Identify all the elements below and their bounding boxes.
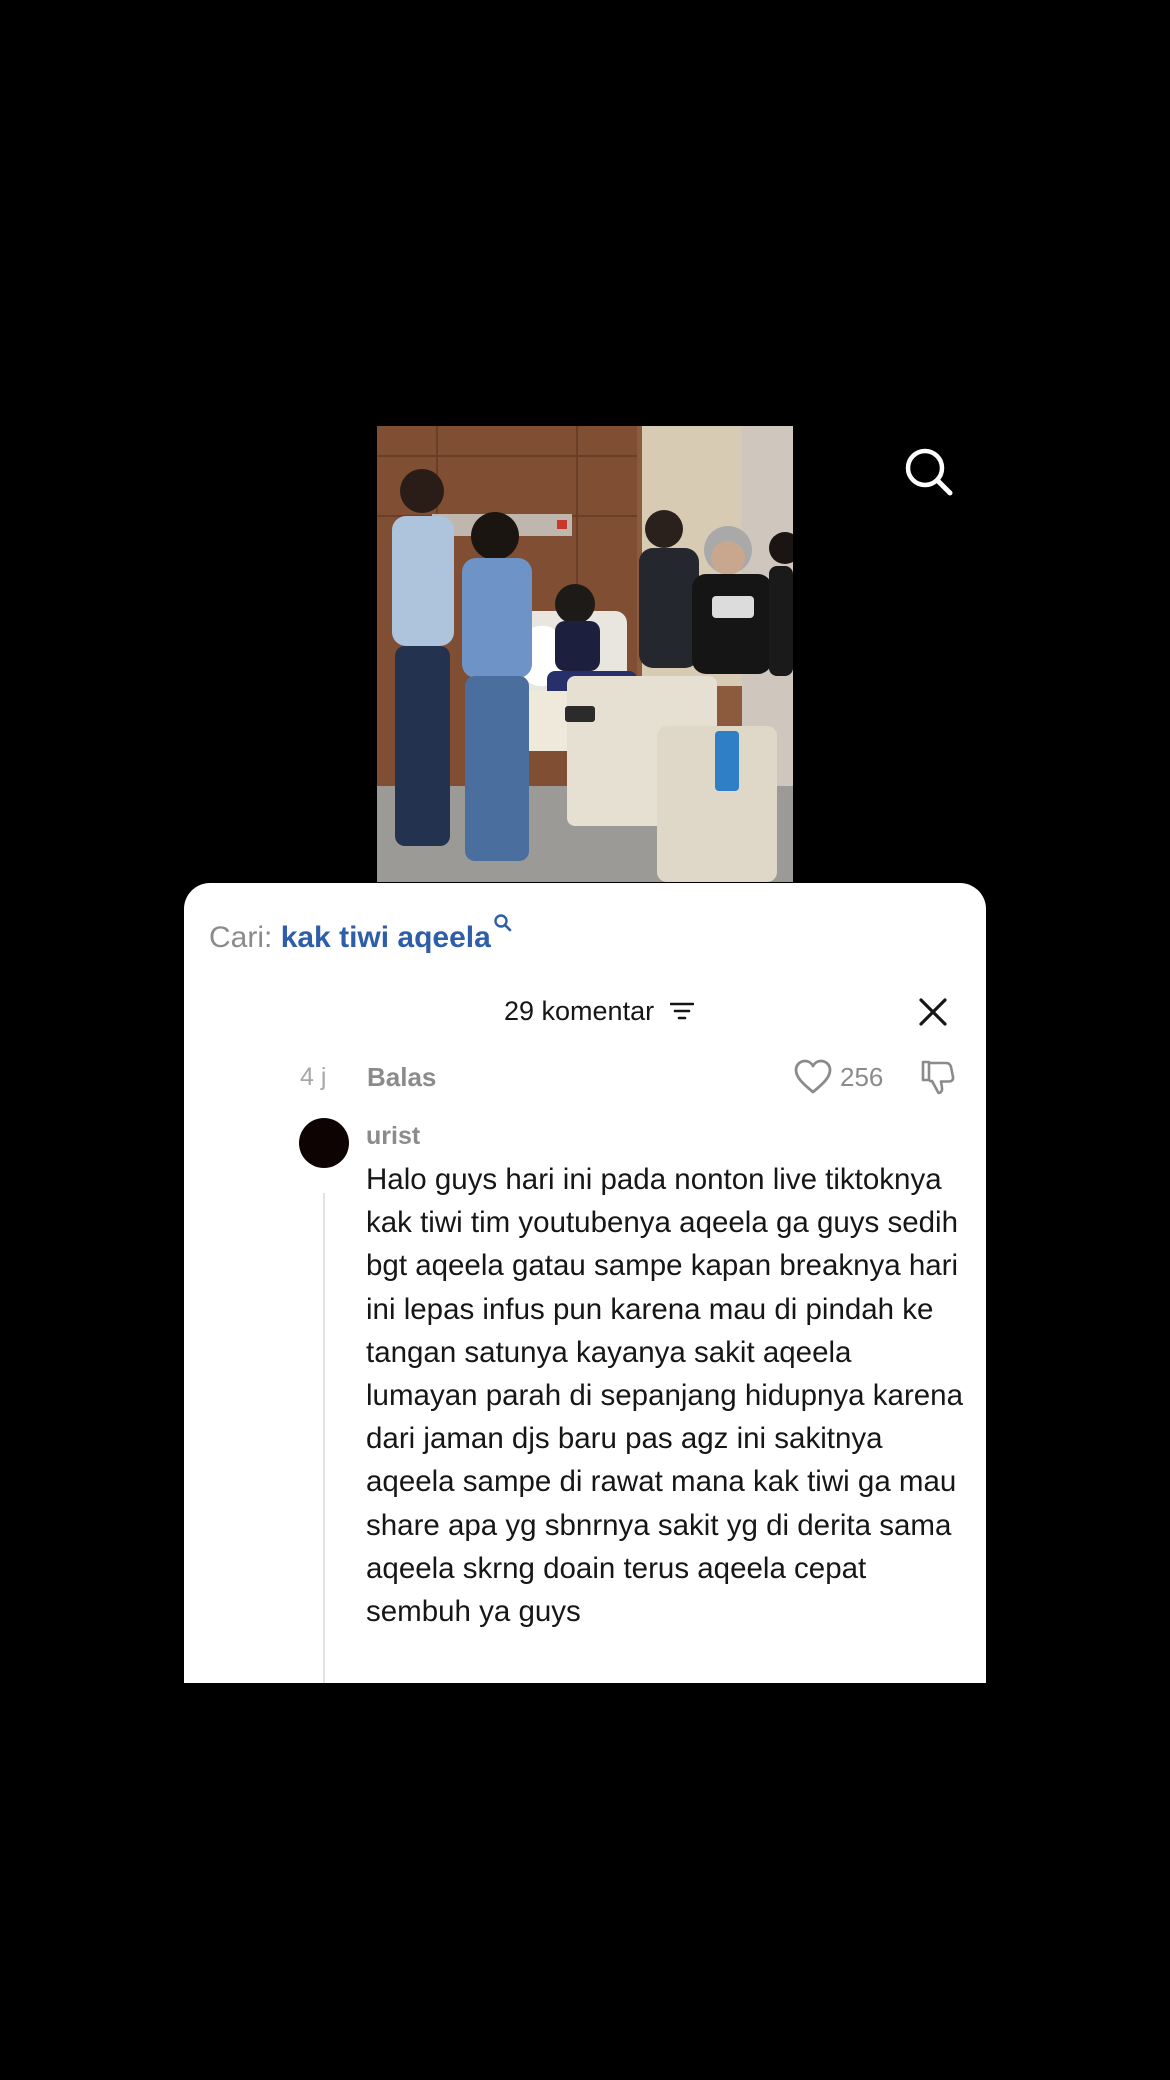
comment-body: Halo guys hari ini pada nonton live tikt… bbox=[366, 1163, 963, 1629]
filter-lines-icon[interactable] bbox=[670, 1001, 694, 1021]
like-count: 256 bbox=[840, 1062, 884, 1092]
comments-header: 29 komentar bbox=[184, 991, 986, 1031]
comment-username[interactable]: urist bbox=[366, 1119, 420, 1153]
thread-line bbox=[323, 1193, 325, 1683]
search-button[interactable] bbox=[903, 446, 955, 498]
comment-actions-row: 4 j Balas 256 bbox=[184, 1057, 986, 1097]
comment-timestamp: 4 j bbox=[300, 1063, 327, 1091]
heart-outline-icon[interactable] bbox=[794, 1059, 832, 1095]
search-icon bbox=[905, 448, 953, 496]
close-icon[interactable] bbox=[918, 997, 948, 1027]
search-suggestion[interactable]: Cari: kak tiwi aqeela bbox=[209, 913, 513, 958]
hospital-room-photo bbox=[377, 426, 793, 882]
reply-button[interactable]: Balas bbox=[367, 1057, 436, 1097]
thumbs-down-outline-icon[interactable] bbox=[919, 1059, 955, 1095]
search-query-link[interactable]: kak tiwi aqeela bbox=[281, 921, 491, 954]
avatar[interactable] bbox=[299, 1118, 349, 1168]
comment-count-label: 29 komentar bbox=[504, 996, 655, 1026]
comments-sheet: Cari: kak tiwi aqeela 29 komentar 4 j Ba… bbox=[184, 883, 986, 1683]
search-prefix-label: Cari: bbox=[209, 921, 273, 954]
magnifier-icon bbox=[494, 914, 512, 932]
video-thumbnail[interactable] bbox=[377, 426, 793, 882]
